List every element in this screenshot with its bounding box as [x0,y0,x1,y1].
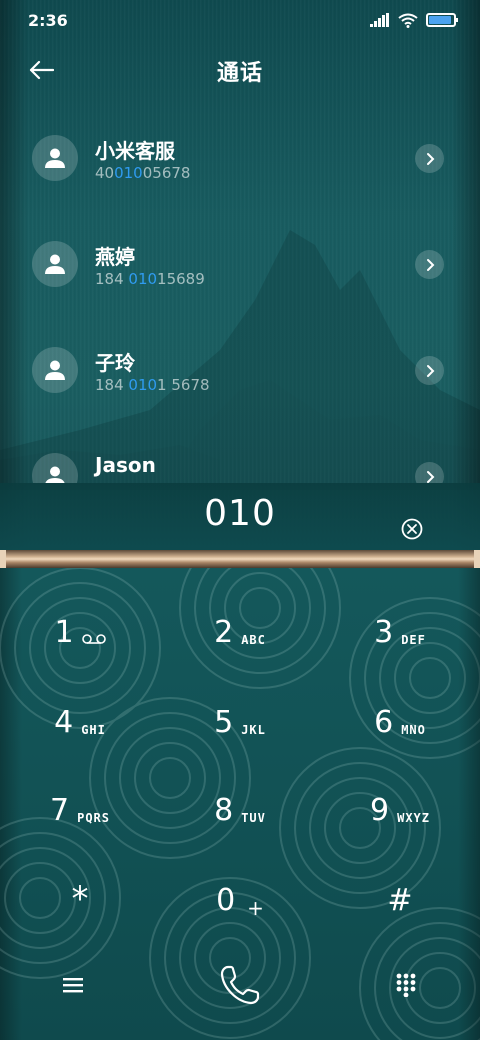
avatar [32,347,78,393]
voicemail-icon [81,634,106,644]
contact-name: 子玲 [95,351,135,375]
page-title: 通话 [216,61,263,86]
contact-name: 小米客服 [95,139,175,163]
keypad: 1 2 ABC 3 DEF 4 GHI 5 JKL 6 MNO 7 PQRS 8… [0,568,480,1040]
contact-number: 4001005678 [95,164,190,182]
key-letters: MNO [401,723,426,737]
number-suffix: 1 5678 [157,376,210,394]
key-digit: 3 [374,615,394,650]
key-9[interactable]: 9 WXYZ [330,746,470,826]
person-icon [45,466,65,483]
avatar [32,241,78,287]
number-prefix: 184 [95,270,129,288]
menu-button[interactable] [43,955,103,1015]
key-digit: 6 [374,705,394,740]
key-hash[interactable]: # [330,836,470,916]
header: 通话 [0,45,480,97]
battery-level [429,16,451,24]
number-suffix: 05678 [142,164,191,182]
signal-bars-icon [370,13,389,27]
status-time: 2:36 [28,10,68,30]
avatar [32,453,78,483]
number-suffix: 15689 [157,270,205,288]
status-icons [370,13,458,28]
clear-circle-x-icon [401,518,423,540]
chevron-right-icon [426,258,434,271]
person-icon [45,360,65,380]
key-digit: 1 [54,615,74,650]
number-prefix: 184 [95,376,129,394]
key-digit: * [71,879,89,919]
arrow-left-icon [29,60,54,80]
key-star[interactable]: * [10,836,150,916]
avatar [32,135,78,181]
key-digit: 0 [216,883,236,918]
list-item[interactable]: 燕婷 184 01015689 [0,211,480,317]
back-button[interactable] [28,55,64,85]
wifi-icon [398,13,418,28]
key-letters: WXYZ [397,811,430,825]
key-0[interactable]: 0 + [170,836,310,921]
key-1[interactable]: 1 [10,568,150,648]
person-icon [45,254,65,274]
contact-number: 184 01015689 [95,270,205,288]
chevron-right-icon [426,364,434,377]
call-button[interactable] [210,955,270,1015]
key-letters: ABC [241,633,266,647]
key-letters: DEF [401,633,426,647]
key-8[interactable]: 8 TUV [170,746,310,826]
status-bar: 2:36 [0,0,480,40]
key-3[interactable]: 3 DEF [330,568,470,648]
dial-input-panel: 010 [0,483,480,552]
number-match-highlight: 010 [128,376,158,394]
number-match-highlight: 010 [128,270,158,288]
phone-call-icon [220,965,260,1005]
list-item[interactable]: Jason [0,423,480,483]
contact-detail-button[interactable] [415,462,444,483]
menu-icon [63,978,83,993]
number-match-highlight: 010 [114,164,143,182]
key-digit: 7 [50,793,70,828]
key-letters: PQRS [77,811,110,825]
key-letters: TUV [241,811,266,825]
divider-bar [0,550,480,568]
contact-list: 小米客服 4001005678 燕婷 184 01015689 子玲 184 0… [0,105,480,483]
chevron-right-icon [426,152,434,165]
key-2[interactable]: 2 ABC [170,568,310,648]
key-digit: 8 [214,793,234,828]
contact-name: 燕婷 [95,245,135,269]
key-digit: # [387,883,413,918]
key-letters: GHI [81,723,106,737]
key-digit: 5 [214,705,234,740]
contact-detail-button[interactable] [415,144,444,173]
person-icon [45,148,65,168]
contact-detail-button[interactable] [415,356,444,385]
key-letters: JKL [241,723,266,737]
chevron-right-icon [426,470,434,483]
dialpad-toggle-button[interactable] [376,955,436,1015]
key-6[interactable]: 6 MNO [330,658,470,738]
key-digit: 2 [214,615,234,650]
contact-name: Jason [95,453,156,477]
key-letters: + [247,896,264,920]
key-digit: 9 [370,793,390,828]
key-5[interactable]: 5 JKL [170,658,310,738]
list-item[interactable]: 子玲 184 0101 5678 [0,317,480,423]
key-4[interactable]: 4 GHI [10,658,150,738]
contact-detail-button[interactable] [415,250,444,279]
contact-number: 184 0101 5678 [95,376,210,394]
clear-button[interactable] [400,517,424,541]
dialpad-grid-icon [396,973,416,997]
number-prefix: 40 [95,164,115,182]
battery-icon [426,13,458,27]
list-item[interactable]: 小米客服 4001005678 [0,105,480,211]
key-7[interactable]: 7 PQRS [10,746,150,826]
key-digit: 4 [54,705,74,740]
